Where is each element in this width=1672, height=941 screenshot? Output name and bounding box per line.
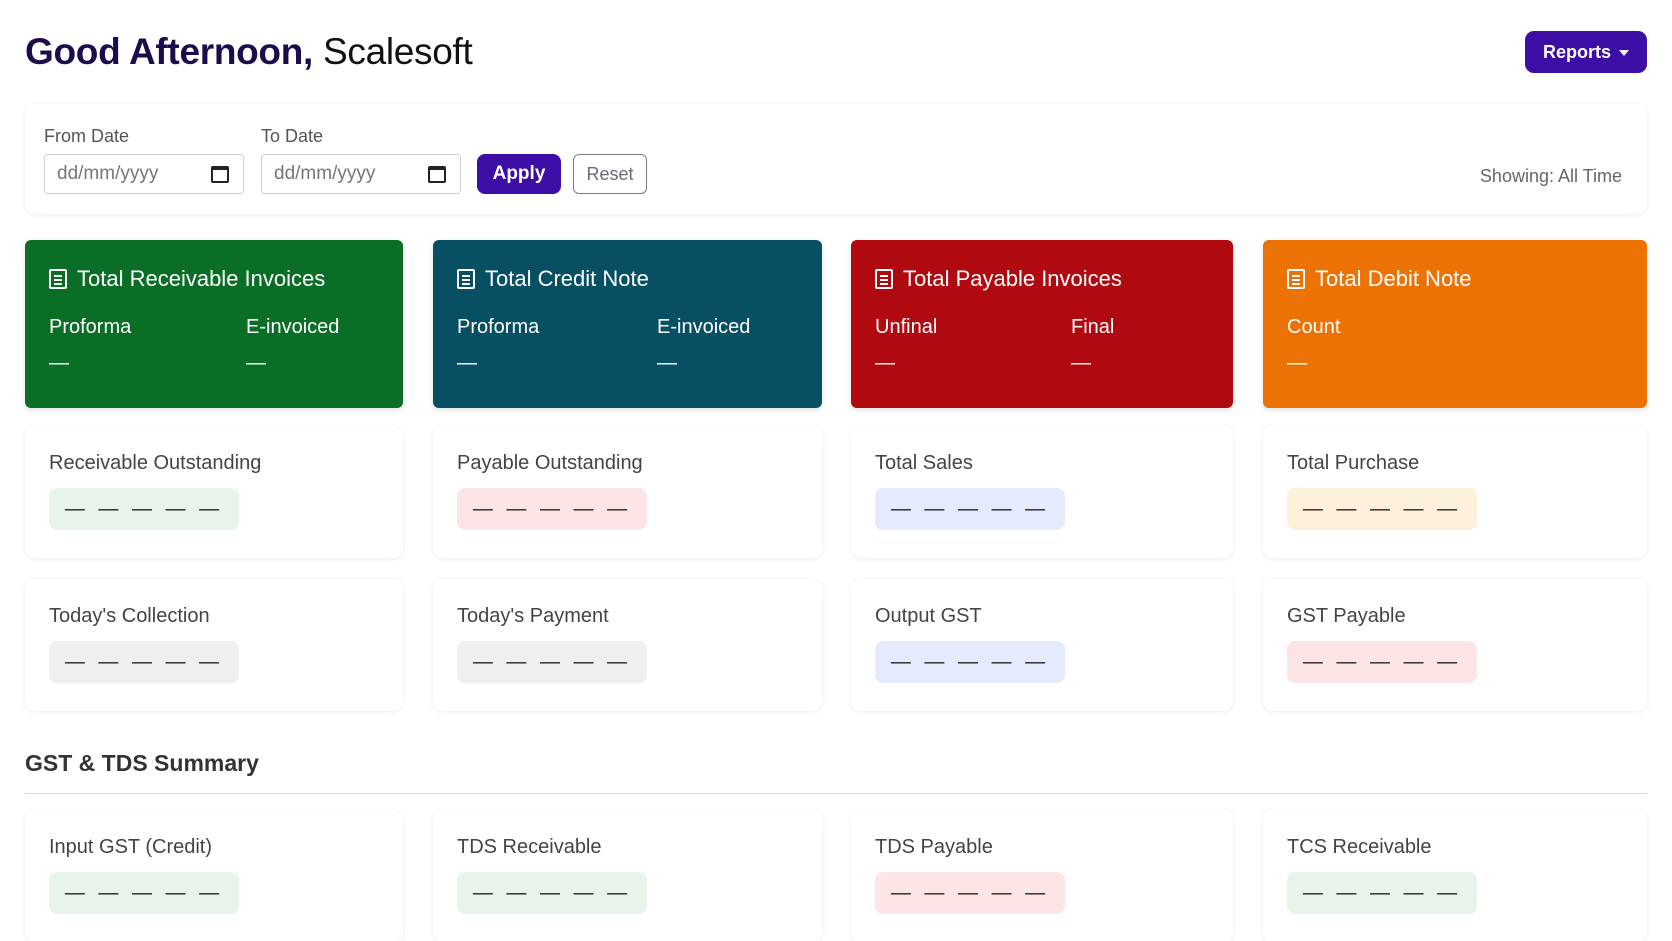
stat-value: — — — — — (875, 488, 1065, 530)
einvoiced-value: — (246, 352, 266, 374)
final-value: — (1071, 352, 1091, 374)
stat-label: GST Payable (1287, 605, 1406, 627)
total-payable-invoices-card[interactable]: Total Payable Invoices Unfinal — Final — (851, 240, 1233, 408)
einvoiced-label: E-invoiced (246, 316, 340, 338)
document-icon (49, 269, 67, 289)
todays-payment-card[interactable]: Today's Payment — — — — — (433, 579, 822, 711)
stat-label: TDS Receivable (457, 836, 602, 858)
einvoiced-value: — (657, 352, 677, 374)
proforma-value: — (49, 352, 69, 374)
reports-dropdown-button[interactable]: Reports (1525, 31, 1647, 73)
card-title: Total Debit Note (1315, 266, 1472, 291)
stat-label: Receivable Outstanding (49, 452, 262, 474)
apply-button[interactable]: Apply (477, 154, 561, 194)
stat-value: — — — — — (457, 488, 647, 530)
date-filter-card: From Date dd/mm/yyyy To Date dd/mm/yyyy … (25, 104, 1647, 214)
stat-value: — — — — — (875, 641, 1065, 683)
gst-payable-card[interactable]: GST Payable — — — — — (1263, 579, 1647, 711)
proforma-label: Proforma (457, 316, 540, 338)
page-title: Good Afternoon, Scalesoft (25, 31, 473, 73)
stat-label: Payable Outstanding (457, 452, 643, 474)
stat-label: Input GST (Credit) (49, 836, 213, 858)
calendar-icon[interactable] (428, 165, 446, 183)
final-label: Final (1071, 316, 1115, 338)
calendar-icon[interactable] (211, 165, 229, 183)
stat-value: — — — — — (875, 872, 1065, 914)
einvoiced-label: E-invoiced (657, 316, 751, 338)
card-title: Total Payable Invoices (903, 266, 1122, 291)
tds-payable-card[interactable]: TDS Payable — — — — — (851, 810, 1233, 941)
to-date-label: To Date (261, 126, 324, 146)
output-gst-card[interactable]: Output GST — — — — — (851, 579, 1233, 711)
stat-label: TCS Receivable (1287, 836, 1432, 858)
total-receivable-invoices-card[interactable]: Total Receivable Invoices Proforma — E-i… (25, 240, 403, 408)
page-header: Good Afternoon, Scalesoft Reports (25, 24, 1647, 80)
stat-value: — — — — — (49, 872, 239, 914)
document-icon (1287, 269, 1305, 289)
total-sales-card[interactable]: Total Sales — — — — — (851, 426, 1233, 558)
greeting-text: Good Afternoon, (25, 31, 314, 72)
stat-label: Total Sales (875, 452, 973, 474)
todays-collection-card[interactable]: Today's Collection — — — — — (25, 579, 403, 711)
tds-receivable-card[interactable]: TDS Receivable — — — — — (433, 810, 822, 941)
card-title: Total Receivable Invoices (77, 266, 326, 291)
receivable-outstanding-card[interactable]: Receivable Outstanding — — — — — (25, 426, 403, 558)
stat-value: — — — — — (49, 488, 239, 530)
stat-label: TDS Payable (875, 836, 993, 858)
proforma-label: Proforma (49, 316, 132, 338)
document-icon (457, 269, 475, 289)
stat-value: — — — — — (1287, 872, 1477, 914)
stat-label: Output GST (875, 605, 982, 627)
stat-label: Total Purchase (1287, 452, 1420, 474)
showing-range-text: Showing: All Time (1479, 166, 1622, 186)
from-date-placeholder: dd/mm/yyyy (57, 163, 159, 184)
card-title: Total Credit Note (485, 266, 649, 291)
stat-value: — — — — — (49, 641, 239, 683)
total-credit-note-card[interactable]: Total Credit Note Proforma — E-invoiced … (433, 240, 822, 408)
payable-outstanding-card[interactable]: Payable Outstanding — — — — — (433, 426, 822, 558)
from-date-label: From Date (44, 126, 130, 146)
company-name: Scalesoft (323, 31, 473, 72)
tcs-receivable-card[interactable]: TCS Receivable — — — — — (1263, 810, 1647, 941)
proforma-value: — (457, 352, 477, 374)
reset-button[interactable]: Reset (573, 154, 647, 194)
input-gst-card[interactable]: Input GST (Credit) — — — — — (25, 810, 403, 941)
total-debit-note-card[interactable]: Total Debit Note Count — (1263, 240, 1647, 408)
count-value: — (1287, 352, 1307, 374)
document-icon (875, 269, 893, 289)
unfinal-value: — (875, 352, 895, 374)
reports-label: Reports (1542, 41, 1611, 62)
stat-value: — — — — — (1287, 488, 1477, 530)
to-date-placeholder: dd/mm/yyyy (274, 163, 376, 184)
stat-label: Today's Payment (457, 605, 609, 627)
unfinal-label: Unfinal (875, 316, 938, 338)
stat-value: — — — — — (457, 641, 647, 683)
total-purchase-card[interactable]: Total Purchase — — — — — (1263, 426, 1647, 558)
count-label: Count (1287, 316, 1341, 338)
stat-value: — — — — — (457, 872, 647, 914)
to-date-input[interactable]: dd/mm/yyyy (261, 154, 461, 194)
stat-label: Today's Collection (49, 605, 210, 627)
stat-value: — — — — — (1287, 641, 1477, 683)
section-divider (25, 793, 1647, 794)
gst-tds-summary-heading: GST & TDS Summary (25, 750, 259, 776)
caret-down-icon (1619, 50, 1629, 56)
from-date-input[interactable]: dd/mm/yyyy (44, 154, 244, 194)
